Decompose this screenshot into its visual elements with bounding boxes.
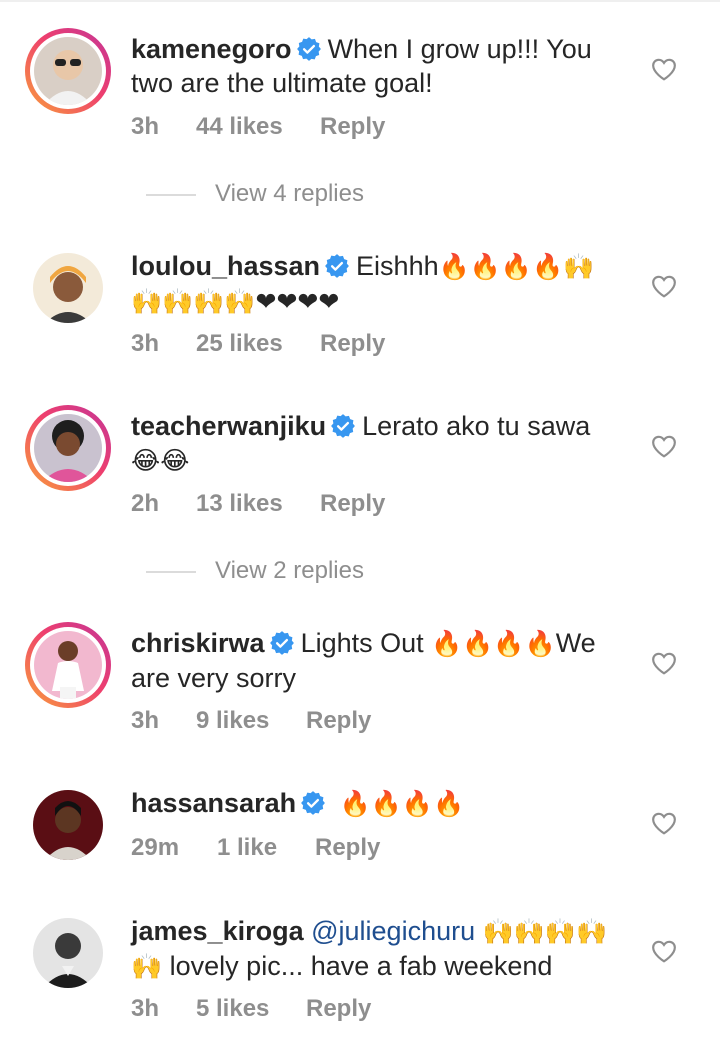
username[interactable]: james_kiroga [131,916,304,946]
emoji-run: 🙌🙌🙌🙌❤❤❤❤ [131,287,340,316]
comment-body: two are the ultimate goal! [131,68,433,98]
emoji-run: 🔥🔥🔥🔥 [339,789,465,818]
likes-count[interactable]: 44 likes [196,113,320,141]
comment-body: lovely pic... have a fab weekend [169,951,553,981]
likes-count[interactable]: 5 likes [196,995,306,1023]
timestamp: 3h [131,330,160,357]
replies-divider [146,571,196,573]
emoji-run: 😂😂 [131,446,190,475]
reply-button[interactable]: Reply [320,330,385,358]
likes-count[interactable]: 25 likes [196,330,320,358]
comment-text: teacherwanjiku Lerato ako tu sawa 😂😂 [131,409,621,478]
verified-badge-icon [330,413,356,439]
reply-button[interactable]: Reply [320,113,385,141]
heart-outline-icon[interactable] [651,274,677,298]
likes-count[interactable]: 9 likes [196,707,306,735]
reply-button[interactable]: Reply [306,995,371,1023]
comment-meta: 3h 5 likes Reply [131,995,371,1023]
reply-button[interactable]: Reply [315,834,380,862]
timestamp: 3h [131,707,160,734]
comment-meta: 2h 13 likes Reply [131,490,385,518]
comment-text: kamenegoro When I grow up!!! You two are … [131,32,621,100]
comment-text: hassansarah 🔥🔥🔥🔥 [131,786,621,821]
likes-count[interactable]: 1 like [217,834,315,862]
avatar[interactable] [25,405,111,491]
timestamp: 29m [131,834,180,861]
emoji-run: 🙌 [131,952,163,981]
verified-badge-icon [300,790,326,816]
mention-link[interactable]: @juliegichuru [311,916,475,946]
comment-text: loulou_hassan Eishhh🔥🔥🔥🔥🙌 🙌🙌🙌🙌❤❤❤❤ [131,249,621,319]
verified-badge-icon [324,253,350,279]
likes-count[interactable]: 13 likes [196,490,320,518]
avatar[interactable] [25,28,111,114]
timestamp: 2h [131,490,160,517]
emoji-run: 🔥🔥🔥🔥 [431,629,556,658]
heart-outline-icon[interactable] [651,939,677,963]
heart-outline-icon[interactable] [651,811,677,835]
comment-body: When I grow up!!! You [327,34,592,64]
emoji-run: 🔥🔥🔥🔥🙌 [438,252,595,281]
timestamp: 3h [131,995,160,1022]
top-divider [0,0,720,2]
comment-body: Eishhh [356,251,439,281]
username[interactable]: teacherwanjiku [131,411,326,441]
comment-body: Lights Out [300,628,424,658]
avatar[interactable] [25,910,111,996]
comment-body: We [555,628,596,658]
avatar[interactable] [25,622,111,708]
view-replies-label: View 4 replies [215,180,364,207]
comment-text: james_kiroga @juliegichuru 🙌🙌🙌🙌 🙌 lovely… [131,914,621,984]
timestamp: 3h [131,113,160,140]
verified-badge-icon [269,630,295,656]
avatar[interactable] [25,245,111,331]
comment-meta: 29m 1 like Reply [131,834,380,862]
reply-button[interactable]: Reply [320,490,385,518]
username[interactable]: hassansarah [131,788,296,818]
heart-outline-icon[interactable] [651,57,677,81]
view-replies-label: View 2 replies [215,557,364,584]
replies-divider [146,194,196,196]
heart-outline-icon[interactable] [651,651,677,675]
comment-body: Lerato ako tu sawa [362,411,591,441]
username[interactable]: chriskirwa [131,628,265,658]
comment-meta: 3h 9 likes Reply [131,707,371,735]
username[interactable]: loulou_hassan [131,251,320,281]
emoji-run: 🙌🙌🙌🙌 [482,917,608,946]
verified-badge-icon [296,36,322,62]
username[interactable]: kamenegoro [131,34,292,64]
avatar[interactable] [25,782,111,868]
comment-meta: 3h 25 likes Reply [131,330,385,358]
comment-text: chriskirwa Lights Out 🔥🔥🔥🔥We are very sor… [131,626,621,695]
comment-meta: 3h 44 likes Reply [131,113,385,141]
heart-outline-icon[interactable] [651,434,677,458]
reply-button[interactable]: Reply [306,707,371,735]
comment-body: are very sorry [131,663,297,693]
